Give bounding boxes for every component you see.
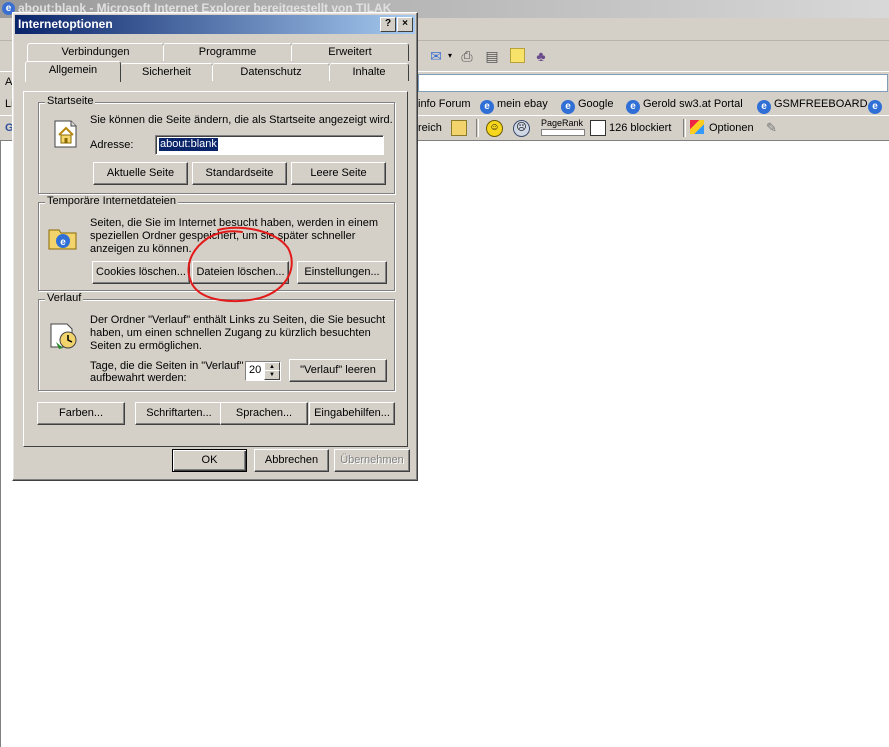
history-description-2: haben, um einen schnellen Zugang zu kürz… xyxy=(90,327,371,339)
temp-files-description-3: anzeigen zu können. xyxy=(90,243,192,255)
clear-history-button[interactable]: "Verlauf" leeren xyxy=(289,359,387,382)
blocked-count[interactable]: 126 blockiert xyxy=(609,120,671,136)
cancel-button[interactable]: Abbrechen xyxy=(254,449,329,472)
popup-blocker-icon xyxy=(590,120,606,136)
tab-panel-allgemein: Startseite Sie können die Seite ändern, … xyxy=(23,91,408,447)
tab-erweitert[interactable]: Erweitert xyxy=(291,43,409,61)
tab-inhalte[interactable]: Inhalte xyxy=(329,63,409,81)
ie-page-icon: e xyxy=(480,100,494,114)
link-item[interactable]: e xyxy=(868,96,885,114)
ok-button[interactable]: OK xyxy=(172,449,247,472)
tab-verbindungen[interactable]: Verbindungen xyxy=(27,43,164,61)
highlight-icon[interactable] xyxy=(451,120,467,136)
dialog-titlebar: Internetoptionen ? × xyxy=(15,15,415,34)
frown-icon[interactable]: ☹ xyxy=(513,120,530,137)
history-days-stepper[interactable]: 20 ▲ ▼ xyxy=(245,361,281,381)
homepage-address-input[interactable]: about:blank xyxy=(155,135,384,155)
default-page-button[interactable]: Standardseite xyxy=(192,162,287,185)
current-page-button[interactable]: Aktuelle Seite xyxy=(93,162,188,185)
tab-datenschutz[interactable]: Datenschutz xyxy=(212,63,330,81)
group-label: Startseite xyxy=(45,95,96,107)
colors-button[interactable]: Farben... xyxy=(37,402,125,425)
languages-button[interactable]: Sprachen... xyxy=(220,402,308,425)
svg-text:e: e xyxy=(60,237,66,248)
group-label: Temporäre Internetdateien xyxy=(45,195,179,207)
accessibility-button[interactable]: Eingabehilfen... xyxy=(309,402,395,425)
tab-sicherheit[interactable]: Sicherheit xyxy=(120,63,213,81)
link-item[interactable]: e Google xyxy=(561,96,613,114)
group-temporary-files: Temporäre Internetdateien e Seiten, die … xyxy=(38,195,395,291)
note-icon[interactable] xyxy=(510,48,525,63)
startseite-description: Sie können die Seite ändern, die als Sta… xyxy=(90,114,393,126)
link-item[interactable]: e Gerold sw3.at Portal xyxy=(626,96,743,114)
dialog-title: Internetoptionen xyxy=(18,17,113,31)
edit-icon[interactable]: ▤ xyxy=(484,48,500,64)
tab-allgemein[interactable]: Allgemein xyxy=(25,61,121,82)
spin-down-icon[interactable]: ▼ xyxy=(264,370,280,380)
history-description-1: Der Ordner "Verlauf" enthält Links zu Se… xyxy=(90,314,386,326)
browser-address-input[interactable] xyxy=(418,74,888,92)
homepage-address-value: about:blank xyxy=(159,138,218,151)
pagerank-bar xyxy=(541,129,585,136)
history-days-label-2: aufbewahrt werden: xyxy=(90,372,187,384)
temp-files-settings-button[interactable]: Einstellungen... xyxy=(297,261,387,284)
address-field-label: Adresse: xyxy=(90,139,134,151)
group-startseite: Startseite Sie können die Seite ändern, … xyxy=(38,95,395,194)
internet-options-dialog: Internetoptionen ? × Verbindungen Progra… xyxy=(12,12,418,481)
link-item[interactable]: info Forum xyxy=(418,96,471,112)
ie-page-icon: e xyxy=(757,100,771,114)
apply-button[interactable]: Übernehmen xyxy=(334,449,410,472)
link-item[interactable]: e GSMFREEBOARD xyxy=(757,96,868,114)
ie-page-icon: e xyxy=(626,100,640,114)
delete-files-button[interactable]: Dateien löschen... xyxy=(192,261,289,284)
chevron-down-icon[interactable]: ▾ xyxy=(442,48,458,64)
history-icon xyxy=(50,323,77,349)
temp-files-folder-icon: e xyxy=(48,229,77,250)
print-icon[interactable]: ⎙ xyxy=(459,48,475,64)
group-label: Verlauf xyxy=(45,292,84,304)
ie-page-icon: e xyxy=(868,100,882,114)
temp-files-description-2: speziellen Ordner gespeichert, um sie sp… xyxy=(90,230,356,242)
close-button[interactable]: × xyxy=(397,17,413,32)
temp-files-description-1: Seiten, die Sie im Internet besucht habe… xyxy=(90,217,379,229)
ie-page-icon: e xyxy=(561,100,575,114)
delete-cookies-button[interactable]: Cookies löschen... xyxy=(92,261,190,284)
history-days-value: 20 xyxy=(249,364,262,376)
fonts-button[interactable]: Schriftarten... xyxy=(135,402,223,425)
options-button[interactable]: Optionen xyxy=(709,120,754,136)
tab-programme[interactable]: Programme xyxy=(163,43,292,61)
group-history: Verlauf Der Ordner "Verlauf" enthält Lin… xyxy=(38,292,395,391)
google-search-fragment[interactable]: reich xyxy=(418,120,442,136)
home-page-icon xyxy=(54,120,77,148)
smile-icon[interactable]: ☺ xyxy=(486,120,503,137)
messenger-icon[interactable]: ♣ xyxy=(533,48,549,64)
pencil-icon[interactable]: ✎ xyxy=(766,120,777,136)
history-description-3: Seiten zu ermöglichen. xyxy=(90,340,202,352)
google-options-icon xyxy=(690,120,704,134)
help-button[interactable]: ? xyxy=(380,17,396,32)
link-item[interactable]: e mein ebay xyxy=(480,96,548,114)
blank-page-button[interactable]: Leere Seite xyxy=(291,162,386,185)
